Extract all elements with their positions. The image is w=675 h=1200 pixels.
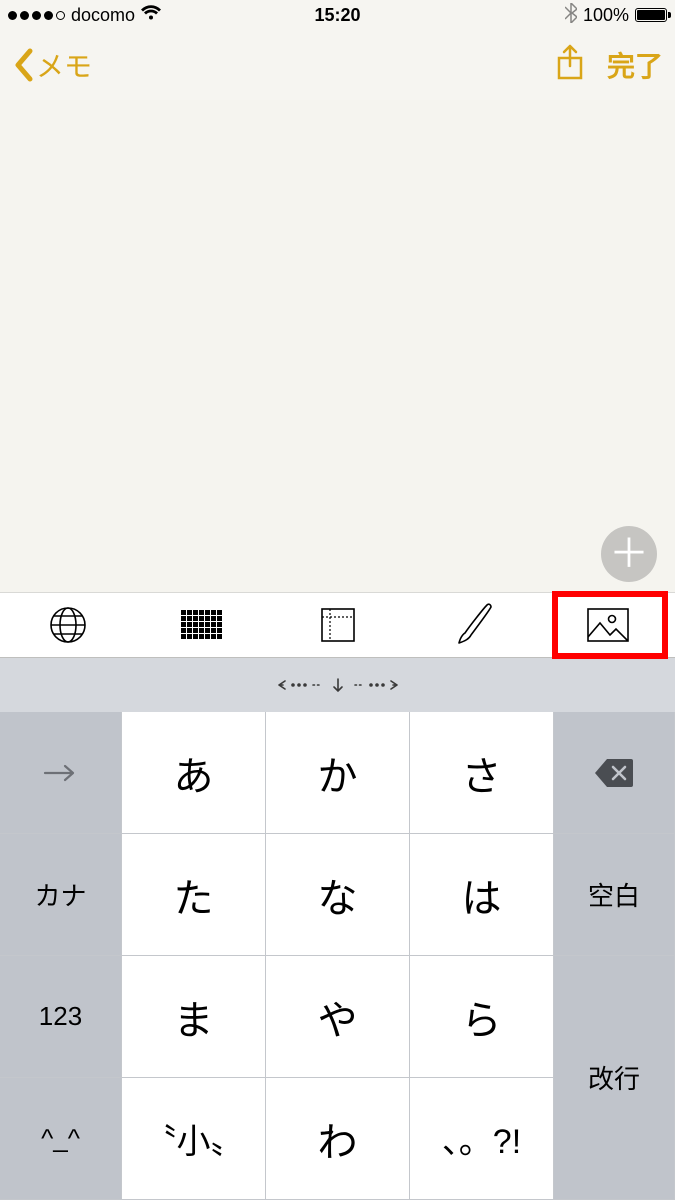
key-next-candidate[interactable] xyxy=(0,712,122,834)
key-emoji[interactable]: ^_^ xyxy=(0,1078,122,1200)
battery-pct: 100% xyxy=(583,5,629,26)
key-ma[interactable]: ま xyxy=(122,956,266,1078)
plus-icon: ＋ xyxy=(609,534,649,574)
done-button[interactable]: 完了 xyxy=(607,45,663,85)
key-ha[interactable]: は xyxy=(410,834,554,956)
key-return[interactable]: 改行 xyxy=(554,956,675,1200)
clock: 15:20 xyxy=(314,5,360,26)
keyboard: あ か さ カナ た な は 空白 123 ま や ら 改行 ^_^ 〝小〟 わ… xyxy=(0,658,675,1200)
nav-bar: メモ 完了 xyxy=(0,30,675,100)
arrow-right-icon xyxy=(41,763,81,783)
chevron-left-icon xyxy=(12,47,34,83)
globe-icon xyxy=(48,605,88,645)
toolbar-brush[interactable] xyxy=(405,593,540,657)
brush-icon xyxy=(453,603,493,647)
backspace-icon xyxy=(593,757,635,789)
battery-icon xyxy=(635,8,667,22)
key-a[interactable]: あ xyxy=(122,712,266,834)
toolbar-paper[interactable] xyxy=(270,593,405,657)
annotation-highlight xyxy=(552,591,668,659)
format-toolbar xyxy=(0,592,675,658)
key-wa[interactable]: わ xyxy=(266,1078,410,1200)
cursor-arrows-icon xyxy=(273,675,403,695)
key-space[interactable]: 空白 xyxy=(554,834,675,956)
wifi-icon xyxy=(141,5,161,26)
toolbar-globe[interactable] xyxy=(0,593,135,657)
key-punct[interactable]: 、。?! xyxy=(410,1078,554,1200)
key-ya[interactable]: や xyxy=(266,956,410,1078)
bluetooth-icon xyxy=(565,3,577,28)
back-button[interactable]: メモ xyxy=(12,45,92,85)
key-ra[interactable]: ら xyxy=(410,956,554,1078)
paper-icon xyxy=(318,605,358,645)
key-sa[interactable]: さ xyxy=(410,712,554,834)
note-canvas[interactable]: ＋ xyxy=(0,100,675,592)
toolbar-grid[interactable] xyxy=(135,593,270,657)
share-button[interactable] xyxy=(555,44,585,87)
key-backspace[interactable] xyxy=(554,712,675,834)
key-ka[interactable]: か xyxy=(266,712,410,834)
share-icon xyxy=(555,44,585,82)
key-kana-toggle[interactable]: カナ xyxy=(0,834,122,956)
carrier-label: docomo xyxy=(71,5,135,26)
grid-icon xyxy=(181,610,225,640)
key-123[interactable]: 123 xyxy=(0,956,122,1078)
key-ta[interactable]: た xyxy=(122,834,266,956)
status-bar: docomo 15:20 100% xyxy=(0,0,675,30)
key-na[interactable]: な xyxy=(266,834,410,956)
key-modifier[interactable]: 〝小〟 xyxy=(122,1078,266,1200)
back-label: メモ xyxy=(36,45,92,85)
add-button[interactable]: ＋ xyxy=(601,526,657,582)
signal-dots-icon xyxy=(8,11,65,20)
keyboard-cursor-handle[interactable] xyxy=(0,658,675,712)
